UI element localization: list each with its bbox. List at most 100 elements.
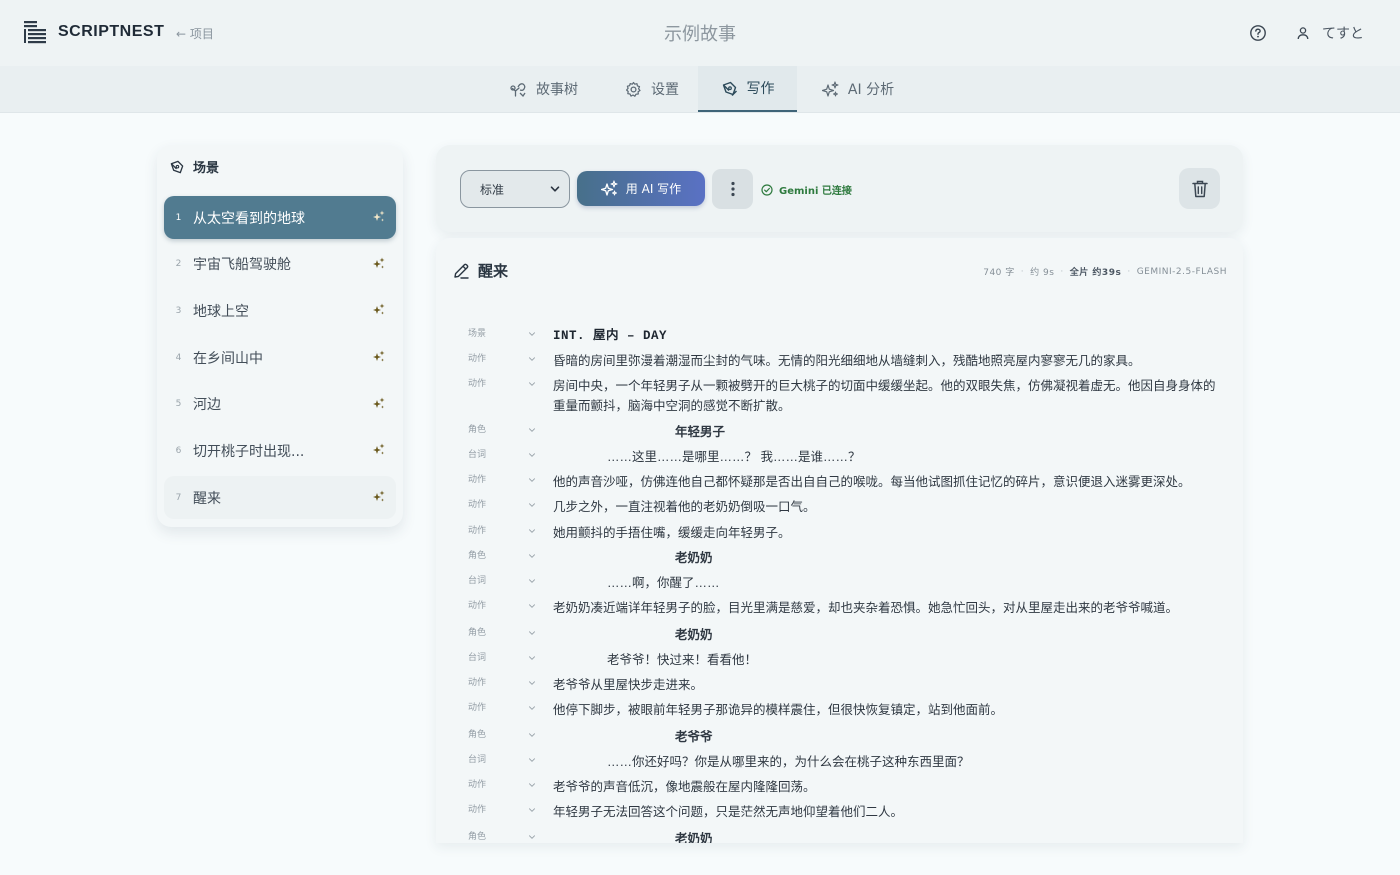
chevron-down-icon[interactable] xyxy=(528,756,536,764)
line-text[interactable]: 老爷爷从里屋快步走进来。 xyxy=(553,675,1219,695)
line-type-label[interactable]: 动作 xyxy=(468,472,486,488)
line-text[interactable]: 老爷爷！快过来！看看他！ xyxy=(553,650,1219,670)
chevron-down-icon[interactable] xyxy=(528,355,536,363)
scene-item[interactable]: 1 从太空看到的地球 xyxy=(164,196,396,239)
line-type-label[interactable]: 动作 xyxy=(468,351,486,367)
chevron-down-icon[interactable] xyxy=(528,654,536,662)
line-type-label[interactable]: 角色 xyxy=(468,727,486,743)
chevron-down-icon[interactable] xyxy=(528,806,536,814)
line-text[interactable]: 老爷爷 xyxy=(553,727,1219,747)
line-type-label[interactable]: 台词 xyxy=(468,447,486,463)
chevron-down-icon[interactable] xyxy=(528,426,536,434)
sparkle-icon[interactable] xyxy=(372,210,385,223)
chevron-down-icon[interactable] xyxy=(528,629,536,637)
chevron-down-icon[interactable] xyxy=(528,501,536,509)
connection-status: Gemini 已连接 xyxy=(761,182,852,197)
line-type-label[interactable]: 动作 xyxy=(468,777,486,793)
scene-item[interactable]: 6 切开桃子时出现... xyxy=(164,429,396,472)
trash-icon xyxy=(1191,180,1208,197)
line-text[interactable]: 他停下脚步，被眼前年轻男子那诡异的模样震住，但很快恢复镇定，站到他面前。 xyxy=(553,700,1219,720)
line-text[interactable]: 老奶奶 xyxy=(553,548,1219,568)
scene-title: 醒来 xyxy=(478,262,509,280)
line-text[interactable]: 几步之外，一直注视着他的老奶奶倒吸一口气。 xyxy=(553,497,1219,517)
tab-story-tree[interactable]: 故事树 xyxy=(500,66,588,112)
line-text[interactable]: 昏暗的房间里弥漫着潮湿而尘封的气味。无情的阳光细细地从墙缝刺入，残酷地照亮屋内寥… xyxy=(553,351,1219,371)
chevron-down-icon[interactable] xyxy=(528,833,536,841)
line-type-label[interactable]: 动作 xyxy=(468,700,486,716)
scene-item[interactable]: 5 河边 xyxy=(164,383,396,426)
sparkle-icon[interactable] xyxy=(372,490,385,503)
more-options-button[interactable] xyxy=(712,169,753,209)
line-text[interactable]: INT. 屋内 – DAY xyxy=(553,326,1219,346)
line-type-label[interactable]: 场景 xyxy=(468,326,486,342)
ai-write-label: 用 AI 写作 xyxy=(625,182,682,196)
line-type-label[interactable]: 动作 xyxy=(468,802,486,818)
line-type-label[interactable]: 台词 xyxy=(468,573,486,589)
scene-item[interactable]: 4 在乡间山中 xyxy=(164,336,396,379)
back-to-projects-link[interactable]: ← 项目 xyxy=(176,25,214,42)
tab-ai-analysis[interactable]: AI 分析 xyxy=(812,66,904,112)
line-text[interactable]: 老奶奶 xyxy=(553,625,1219,645)
line-type-label[interactable]: 动作 xyxy=(468,675,486,691)
chevron-down-icon[interactable] xyxy=(528,781,536,789)
chevron-down-icon[interactable] xyxy=(528,380,536,388)
line-type-label[interactable]: 动作 xyxy=(468,523,486,539)
sparkle-icon[interactable] xyxy=(372,443,385,456)
sparkle-icon[interactable] xyxy=(372,257,385,270)
line-type-label[interactable]: 角色 xyxy=(468,548,486,564)
top-bar: SCRIPTNEST ← 项目 示例故事 てすと xyxy=(0,0,1400,66)
sparkle-icon[interactable] xyxy=(372,303,385,316)
mode-select[interactable]: 标准 xyxy=(460,170,570,208)
line-text[interactable]: ……啊，你醒了…… xyxy=(553,573,1219,593)
scene-item[interactable]: 2 宇宙飞船驾驶舱 xyxy=(164,243,396,286)
user-menu[interactable]: てすと xyxy=(1296,23,1364,43)
editor-meta: 740 字 · 约 9s · 全片 约39s · GEMINI-2.5-FLAS… xyxy=(983,266,1227,279)
line-type-label[interactable]: 角色 xyxy=(468,422,486,438)
line-type-label[interactable]: 动作 xyxy=(468,598,486,614)
line-type-label[interactable]: 动作 xyxy=(468,497,486,513)
user-icon xyxy=(1297,27,1309,40)
scene-item[interactable]: 7 醒来 xyxy=(164,476,396,520)
line-text[interactable]: 他的声音沙哑，仿佛连他自己都怀疑那是否出自自己的喉咙。每当他试图抓住记忆的碎片，… xyxy=(553,472,1219,492)
tab-settings[interactable]: 设置 xyxy=(612,66,692,112)
chevron-down-icon[interactable] xyxy=(528,476,536,484)
logo-icon xyxy=(24,21,46,44)
line-text[interactable]: 年轻男子 xyxy=(553,422,1219,442)
chevron-down-icon[interactable] xyxy=(528,602,536,610)
chevron-down-icon[interactable] xyxy=(528,679,536,687)
line-text[interactable]: 年轻男子无法回答这个问题，只是茫然无声地仰望着他们二人。 xyxy=(553,802,1219,822)
chevron-down-icon[interactable] xyxy=(528,451,536,459)
line-text[interactable]: 老奶奶凑近端详年轻男子的脸，目光里满是慈爱，却也夹杂着恐惧。她急忙回头，对从里屋… xyxy=(553,598,1219,618)
line-text[interactable]: 老奶奶 xyxy=(553,829,1219,843)
more-vertical-icon xyxy=(730,181,735,197)
line-type-label[interactable]: 台词 xyxy=(468,650,486,666)
chevron-down-icon[interactable] xyxy=(528,704,536,712)
sparkle-icon[interactable] xyxy=(372,350,385,363)
line-text[interactable]: 她用颤抖的手捂住嘴，缓缓走向年轻男子。 xyxy=(553,523,1219,543)
line-text[interactable]: 房间中央，一个年轻男子从一颗被劈开的巨大桃子的切面中缓缓坐起。他的双眼失焦，仿佛… xyxy=(553,376,1219,416)
chevron-down-icon[interactable] xyxy=(528,731,536,739)
delete-button[interactable] xyxy=(1179,168,1220,209)
line-text[interactable]: ……这里……是哪里……？ 我……是谁……？ xyxy=(553,447,1219,467)
chevron-down-icon[interactable] xyxy=(528,330,536,338)
sparkle-icon[interactable] xyxy=(372,397,385,410)
line-type-label[interactable]: 台词 xyxy=(468,752,486,768)
sidebar-header: 场景 xyxy=(169,157,219,176)
chevron-down-icon[interactable] xyxy=(528,527,536,535)
line-text[interactable]: 老爷爷的声音低沉，像地震般在屋内隆隆回荡。 xyxy=(553,777,1219,797)
line-text[interactable]: ……你还好吗？你是从哪里来的，为什么会在桃子这种东西里面？ xyxy=(553,752,1219,772)
line-type-label[interactable]: 角色 xyxy=(468,829,486,843)
tab-label: 故事树 xyxy=(536,82,578,98)
help-icon[interactable] xyxy=(1249,24,1267,42)
tab-write[interactable]: 写作 xyxy=(698,66,797,112)
chevron-down-icon[interactable] xyxy=(528,552,536,560)
brand[interactable]: SCRIPTNEST xyxy=(24,20,164,44)
scene-number: 3 xyxy=(175,305,182,316)
editor-toolbar: 标准 用 AI 写作 Gemini 已连接 xyxy=(436,145,1243,232)
line-type-label[interactable]: 动作 xyxy=(468,376,486,392)
ai-write-button[interactable]: 用 AI 写作 xyxy=(577,171,705,206)
line-type-label[interactable]: 角色 xyxy=(468,625,486,641)
sidebar-title: 场景 xyxy=(193,161,220,176)
scene-item[interactable]: 3 地球上空 xyxy=(164,289,396,332)
chevron-down-icon[interactable] xyxy=(528,577,536,585)
